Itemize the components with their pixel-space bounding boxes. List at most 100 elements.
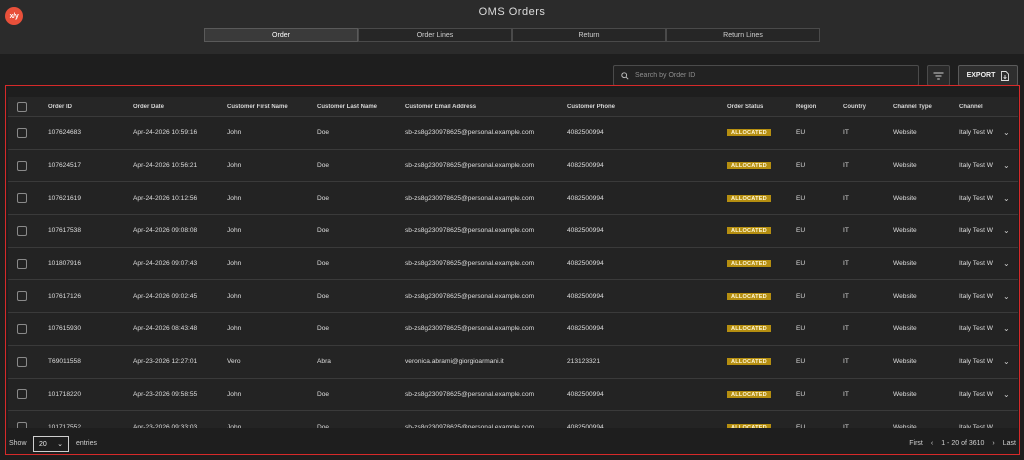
cell-order-id: 107621619 — [48, 194, 82, 202]
table-row[interactable]: 107615930 Apr-24-2026 08:43:48 John Doe sb-z… — [8, 313, 1018, 346]
cell-first-name: John — [227, 227, 242, 235]
cell-first-name: John — [227, 390, 242, 398]
cell-first-name: Vero — [227, 358, 241, 366]
cell-channel-type: Website — [893, 292, 917, 300]
column-header-order-date[interactable]: Order Date — [133, 104, 164, 110]
table-row[interactable]: 101718220 Apr-23-2026 09:58:55 John Doe sb-z… — [8, 378, 1018, 412]
cell-region: EU — [796, 162, 806, 170]
cell-first-name: John — [227, 423, 242, 428]
table-row[interactable]: 101717552 Apr-23-2026 09:33:03 John Doe sb-z… — [8, 411, 1018, 428]
chevron-down-icon[interactable]: ⌄ — [1003, 390, 1010, 399]
cell-channel: Italy Test W — [959, 260, 993, 268]
cell-channel: Italy Test W — [959, 194, 993, 202]
cell-order-status: ALLOCATED — [727, 292, 771, 300]
chevron-down-icon[interactable]: ⌄ — [1003, 357, 1010, 366]
column-header-channel-type[interactable]: Channel Type — [893, 104, 932, 110]
cell-order-status: ALLOCATED — [727, 194, 771, 202]
column-header-order-id[interactable]: Order ID — [48, 104, 72, 110]
status-badge: ALLOCATED — [727, 194, 771, 202]
tab-return-lines[interactable]: Return Lines — [666, 28, 820, 42]
row-checkbox[interactable] — [17, 356, 27, 367]
cell-channel: Italy Test W — [959, 423, 993, 428]
chevron-down-icon[interactable]: ⌄ — [1003, 324, 1010, 333]
cell-country: IT — [843, 129, 849, 137]
chevron-down-icon[interactable]: ⌄ — [1003, 259, 1010, 268]
column-header-order-status[interactable]: Order Status — [727, 104, 763, 110]
cell-channel: Italy Test W — [959, 162, 993, 170]
filter-button[interactable] — [927, 65, 950, 86]
column-header-email[interactable]: Customer Email Address — [405, 104, 476, 110]
row-checkbox[interactable] — [17, 160, 27, 171]
cell-order-id: 101718220 — [48, 390, 82, 398]
cell-phone: 4082500994 — [567, 325, 604, 333]
column-header-first-name[interactable]: Customer First Name — [227, 104, 288, 110]
cell-phone: 4082500994 — [567, 194, 604, 202]
table-row[interactable]: 107624683 Apr-24-2026 10:59:16 John Doe sb-z… — [8, 117, 1018, 150]
tab-return[interactable]: Return — [512, 28, 666, 42]
export-file-icon — [1001, 70, 1010, 81]
cell-order-status: ALLOCATED — [727, 129, 771, 137]
export-button[interactable]: EXPORT — [958, 65, 1018, 86]
cell-order-date: Apr-24-2026 09:08:08 — [133, 227, 198, 235]
cell-order-status: ALLOCATED — [727, 390, 771, 398]
cell-email: sb-zs8g230978625@personal.example.com — [405, 162, 535, 170]
chevron-left-icon[interactable]: ‹ — [931, 440, 933, 447]
cell-last-name: Doe — [317, 292, 330, 300]
chevron-down-icon[interactable]: ⌄ — [1003, 128, 1010, 137]
chevron-down-icon[interactable]: ⌄ — [1003, 423, 1010, 428]
row-checkbox[interactable] — [17, 422, 27, 428]
cell-country: IT — [843, 227, 849, 235]
row-checkbox[interactable] — [17, 389, 27, 400]
cell-order-status: ALLOCATED — [727, 227, 771, 235]
chevron-down-icon[interactable]: ⌄ — [1003, 292, 1010, 301]
row-checkbox[interactable] — [17, 258, 27, 269]
chevron-down-icon[interactable]: ⌄ — [1003, 194, 1010, 203]
table-row[interactable]: 101807916 Apr-24-2026 09:07:43 John Doe sb-z… — [8, 247, 1018, 281]
table-row[interactable]: 107621619 Apr-24-2026 10:12:56 John Doe sb-z… — [8, 182, 1018, 216]
table-row[interactable]: T69011558 Apr-23-2026 12:27:01 Vero Abra ver… — [8, 345, 1018, 379]
row-checkbox[interactable] — [17, 225, 27, 236]
cell-channel-type: Website — [893, 162, 917, 170]
entries-label: entries — [76, 440, 98, 447]
status-badge: ALLOCATED — [727, 129, 771, 137]
chevron-down-icon[interactable]: ⌄ — [1003, 161, 1010, 170]
cell-first-name: John — [227, 292, 242, 300]
search-input[interactable] — [635, 72, 905, 79]
cell-last-name: Abra — [317, 358, 331, 366]
row-checkbox[interactable] — [17, 193, 27, 204]
column-header-country[interactable]: Country — [843, 104, 866, 110]
row-checkbox[interactable] — [17, 127, 27, 138]
column-header-channel[interactable]: Channel — [959, 104, 983, 110]
chevron-down-icon[interactable]: ⌄ — [1003, 226, 1010, 235]
cell-first-name: John — [227, 194, 242, 202]
cell-order-status: ALLOCATED — [727, 325, 771, 333]
column-header-region[interactable]: Region — [796, 104, 816, 110]
cell-email: sb-zs8g230978625@personal.example.com — [405, 390, 535, 398]
table-row[interactable]: 107617126 Apr-24-2026 09:02:45 John Doe sb-z… — [8, 280, 1018, 314]
cell-order-id: 101717552 — [48, 423, 82, 428]
cell-order-date: Apr-23-2026 09:33:03 — [133, 423, 198, 428]
tab-order[interactable]: Order — [204, 28, 358, 42]
row-checkbox[interactable] — [17, 323, 27, 334]
last-page-link[interactable]: Last — [1003, 440, 1016, 447]
cell-order-id: 107617126 — [48, 292, 82, 300]
cell-channel: Italy Test W — [959, 129, 993, 137]
status-badge: ALLOCATED — [727, 227, 771, 235]
first-page-link[interactable]: First — [909, 440, 923, 447]
column-header-last-name[interactable]: Customer Last Name — [317, 104, 377, 110]
cell-country: IT — [843, 260, 849, 268]
page-size-value: 20 — [39, 440, 47, 448]
cell-region: EU — [796, 325, 806, 333]
column-header-phone[interactable]: Customer Phone — [567, 104, 615, 110]
orders-table: Order ID Order Date Customer First Name … — [8, 97, 1018, 428]
status-badge: ALLOCATED — [727, 292, 771, 300]
table-row[interactable]: 107617538 Apr-24-2026 09:08:08 John Doe sb-z… — [8, 215, 1018, 248]
cell-country: IT — [843, 390, 849, 398]
page-size-select[interactable]: 20 ⌄ — [33, 436, 69, 452]
select-all-checkbox[interactable] — [17, 101, 27, 112]
chevron-right-icon[interactable]: › — [992, 440, 994, 447]
cell-last-name: Doe — [317, 227, 330, 235]
table-row[interactable]: 107624517 Apr-24-2026 10:56:21 John Doe sb-z… — [8, 149, 1018, 183]
row-checkbox[interactable] — [17, 291, 27, 302]
tab-order-lines[interactable]: Order Lines — [358, 28, 512, 42]
